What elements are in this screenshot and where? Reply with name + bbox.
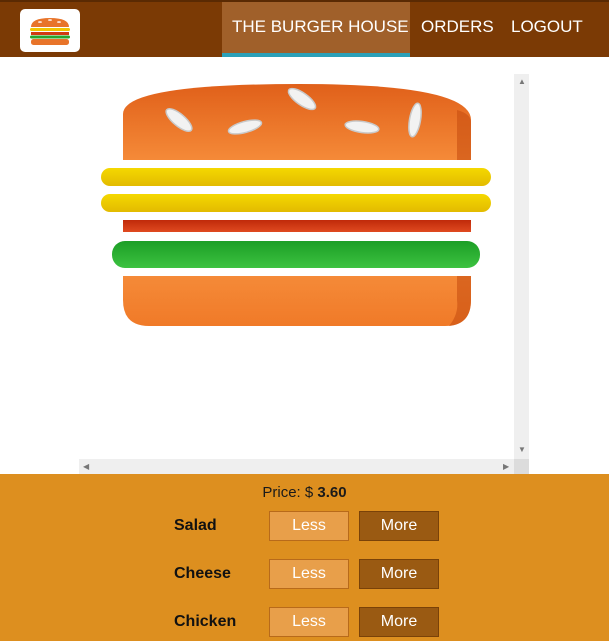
cheese-less-button[interactable]: Less [269, 559, 349, 589]
cheese-more-button[interactable]: More [359, 559, 439, 589]
salad-more-button[interactable]: More [359, 511, 439, 541]
price-label: Price: $ [262, 484, 314, 501]
vertical-scrollbar[interactable]: ▲ ▼ [514, 74, 529, 459]
nav-item-burger-house[interactable]: THE BURGER HOUSE [222, 2, 410, 57]
meat-layer [123, 220, 471, 232]
top-bun [123, 84, 471, 160]
bottom-bun [123, 276, 471, 326]
burger-preview [79, 74, 529, 474]
scrollbar-corner [514, 459, 529, 474]
cheese-layer [101, 168, 491, 186]
nav-item-orders[interactable]: ORDERS [411, 2, 504, 57]
salad-less-button[interactable]: Less [269, 511, 349, 541]
scroll-right-icon[interactable]: ▶ [503, 463, 509, 471]
price-value: 3.60 [317, 484, 347, 501]
scroll-down-icon[interactable]: ▼ [518, 446, 526, 454]
chicken-more-button[interactable]: More [359, 607, 439, 637]
horizontal-scrollbar[interactable]: ◀ ▶ [79, 459, 514, 474]
cheese-layer [101, 194, 491, 212]
chicken-less-button[interactable]: Less [269, 607, 349, 637]
scroll-left-icon[interactable]: ◀ [83, 463, 89, 471]
ingredient-label-cheese: Cheese [174, 565, 231, 582]
price-display: Price: $ 3.60 [0, 484, 609, 501]
salad-layer [112, 241, 480, 268]
scroll-up-icon[interactable]: ▲ [518, 78, 526, 86]
burger-drawing [101, 84, 491, 326]
ingredient-label-salad: Salad [174, 517, 217, 534]
top-navbar: THE BURGER HOUSE ORDERS LOGOUT [0, 0, 609, 57]
ingredient-label-chicken: Chicken [174, 613, 237, 630]
burger-logo-icon[interactable] [20, 9, 80, 52]
nav-item-logout[interactable]: LOGOUT [501, 2, 593, 57]
build-controls: Price: $ 3.60 Salad Less More Cheese Les… [0, 474, 609, 641]
